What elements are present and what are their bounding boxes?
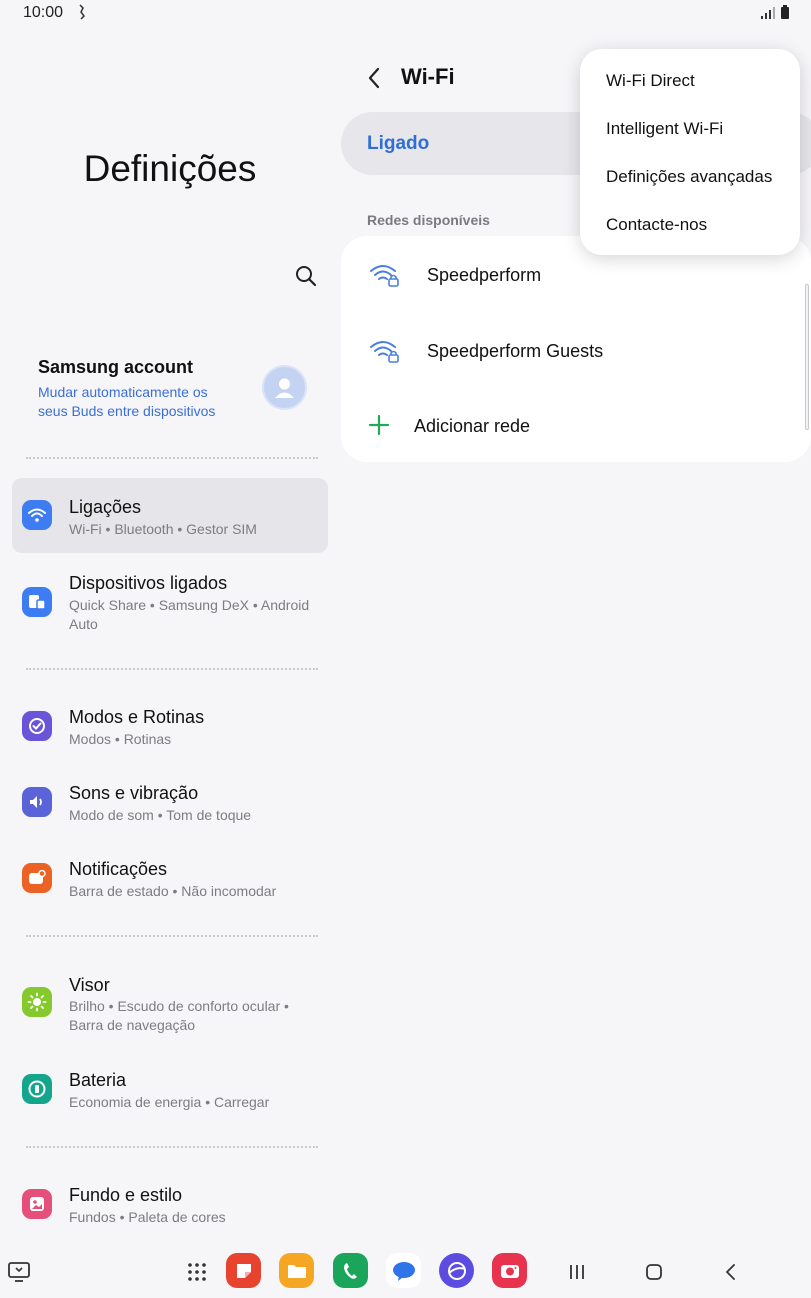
camera-icon[interactable] [492,1253,527,1288]
menu-item-title: Dispositivos ligados [69,573,228,593]
menu-item-subtitle: Modo de som • Tom de toque [69,807,252,823]
divider [26,668,318,670]
battery-icon [22,1074,52,1104]
menu-item-dispositivos-ligados[interactable]: Dispositivos ligados Quick Share • Samsu… [12,560,328,645]
dex-icon[interactable] [2,1255,36,1289]
menu-item-subtitle: Barra de estado • Não incomodar [69,883,277,899]
signal-icon [761,7,775,19]
navigation-bar [0,1248,811,1298]
status-time: 10:00 [23,4,64,21]
network-name: Speedperform Guests [427,341,604,361]
back-icon[interactable] [714,1255,748,1289]
menu-item-bateria[interactable]: Bateria Economia de energia • Carregar [12,1057,328,1123]
divider [26,1146,318,1148]
menu-contact-us[interactable]: Contacte-nos [606,215,707,235]
notification-icon [22,863,52,893]
samsung-notes-icon[interactable] [226,1253,261,1288]
menu-advanced-settings[interactable]: Definições avançadas [606,167,772,187]
phone-icon[interactable] [333,1253,368,1288]
menu-item-subtitle: Fundos • Paleta de cores [69,1209,226,1225]
menu-wifi-direct[interactable]: Wi-Fi Direct [606,71,695,91]
wifi-toggle-label: Ligado [367,133,430,154]
divider [26,935,318,937]
back-arrow-icon[interactable] [365,66,385,90]
search-icon[interactable] [292,262,320,290]
menu-item-sons-vibracao[interactable]: Sons e vibração Modo de som • Tom de toq… [12,770,328,836]
add-network-label: Adicionar rede [414,416,531,436]
menu-item-subtitle: Economia de energia • Carregar [69,1094,270,1110]
menu-item-notificacoes[interactable]: Notificações Barra de estado • Não incom… [12,846,328,912]
battery-status-icon [781,5,789,19]
status-bar: 10:00 [0,0,811,28]
devices-icon [22,587,52,617]
menu-item-title: Sons e vibração [69,783,199,803]
recent-apps-icon[interactable] [560,1255,594,1289]
overflow-menu: Wi-Fi Direct Intelligent Wi-Fi Definiçõe… [580,49,800,255]
menu-item-ligacoes[interactable]: Ligações Wi-Fi • Bluetooth • Gestor SIM [12,478,328,553]
menu-item-subtitle: Modos • Rotinas [69,731,172,747]
menu-item-title: Notificações [69,859,168,879]
wifi-locked-icon [370,341,399,363]
home-icon[interactable] [637,1255,671,1289]
wifi-locked-icon [370,265,399,287]
divider [26,457,318,459]
check-circle-icon [22,711,52,741]
scrollbar[interactable] [805,284,809,430]
menu-item-title: Bateria [69,1070,127,1090]
menu-item-fundo-estilo[interactable]: Fundo e estilo Fundos • Paleta de cores [12,1172,328,1238]
wallpaper-icon [22,1189,52,1219]
speaker-icon [22,787,52,817]
plus-icon [368,414,390,436]
my-files-icon[interactable] [279,1253,314,1288]
add-network-button[interactable]: Adicionar rede [341,390,811,460]
internet-icon[interactable] [439,1253,474,1288]
avatar[interactable] [262,365,307,410]
menu-item-title: Visor [69,975,110,995]
nfc-icon [78,4,86,23]
messages-icon[interactable] [386,1253,421,1288]
network-name: Speedperform [427,265,542,285]
menu-item-modos-rotinas[interactable]: Modos e Rotinas Modos • Rotinas [12,694,328,760]
menu-item-subtitle: Wi-Fi • Bluetooth • Gestor SIM [69,521,257,537]
account-subtitle: Mudar automaticamente os seus Buds entre… [38,384,216,419]
menu-item-subtitle: Quick Share • Samsung DeX • Android Auto [69,597,310,632]
page-title: Definições [83,148,257,189]
menu-item-subtitle: Brilho • Escudo de conforto ocular • Bar… [69,998,289,1033]
sun-icon [22,987,52,1017]
menu-item-visor[interactable]: Visor Brilho • Escudo de conforto ocular… [12,962,328,1047]
menu-intelligent-wifi[interactable]: Intelligent Wi-Fi [606,119,723,139]
menu-item-title: Ligações [69,497,142,517]
apps-grid-icon[interactable] [180,1255,214,1289]
menu-item-title: Modos e Rotinas [69,707,205,727]
network-item[interactable]: Speedperform Guests [341,315,811,385]
wifi-icon [22,500,52,530]
network-list: Speedperform Speedperform Guests Adicion… [341,236,811,462]
wifi-title: Wi-Fi [401,64,455,89]
menu-item-title: Fundo e estilo [69,1185,183,1205]
available-networks-label: Redes disponíveis [367,212,490,228]
